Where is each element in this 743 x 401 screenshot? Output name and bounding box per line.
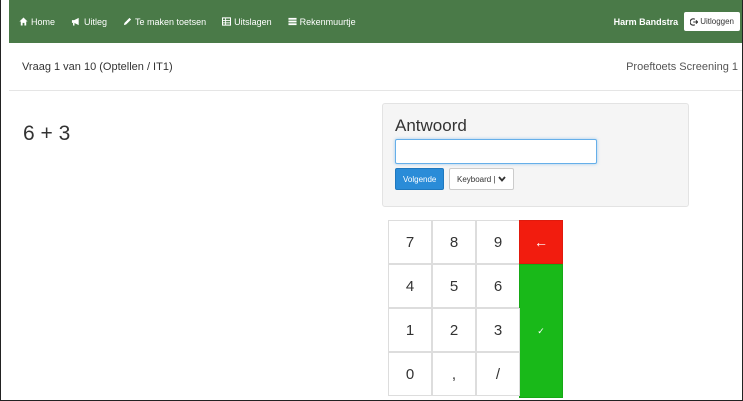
key-3[interactable]: 3	[476, 308, 520, 352]
test-name: Proeftoets Screening 1	[626, 60, 738, 73]
table-icon	[222, 17, 232, 26]
answer-input[interactable]	[395, 139, 597, 164]
keyboard-toggle-button[interactable]: Keyboard |	[449, 168, 514, 190]
key-5[interactable]: 5	[432, 264, 476, 308]
logout-label: Uitloggen	[700, 17, 734, 26]
nav-item-label: Uitslagen	[234, 16, 272, 27]
key-1[interactable]: 1	[388, 308, 432, 352]
keyboard-button-label: Keyboard |	[457, 174, 496, 184]
nav-item-uitslagen[interactable]: Uitslagen	[214, 0, 280, 43]
pencil-icon	[123, 17, 132, 26]
answer-panel: Antwoord Volgende Keyboard |	[382, 103, 689, 207]
nav-menu: Home Uitleg Te maken toetsen Uitslagen R…	[9, 0, 364, 43]
chevron-down-icon	[497, 176, 506, 182]
key-2[interactable]: 2	[432, 308, 476, 352]
confirm-key[interactable]: ✓	[519, 264, 563, 398]
key-8[interactable]: 8	[432, 220, 476, 264]
key-0[interactable]: 0	[388, 352, 432, 396]
key-6[interactable]: 6	[476, 264, 520, 308]
key-7[interactable]: 7	[388, 220, 432, 264]
user-name: Harm Bandstra	[613, 16, 679, 27]
nav-item-label: Uitleg	[84, 16, 108, 27]
key-slash[interactable]: /	[476, 352, 520, 396]
backspace-key[interactable]: ←	[519, 220, 563, 264]
bullhorn-icon	[71, 17, 81, 26]
nav-item-label: Te maken toetsen	[135, 16, 207, 27]
nav-item-uitleg[interactable]: Uitleg	[63, 0, 115, 43]
key-9[interactable]: 9	[476, 220, 520, 264]
top-navbar: Home Uitleg Te maken toetsen Uitslagen R…	[9, 0, 742, 43]
key-4[interactable]: 4	[388, 264, 432, 308]
answer-label: Antwoord	[395, 116, 467, 135]
next-button-label: Volgende	[403, 174, 437, 184]
key-comma[interactable]: ,	[432, 352, 476, 396]
home-icon	[19, 17, 28, 26]
nav-item-te-maken-toetsen[interactable]: Te maken toetsen	[115, 0, 214, 43]
sign-out-icon	[690, 17, 699, 26]
question-text: 6 + 3	[23, 122, 71, 145]
logout-button[interactable]: Uitloggen	[684, 12, 740, 31]
nav-item-label: Rekenmuurtje	[299, 16, 356, 27]
nav-item-label: Home	[31, 16, 56, 27]
app-frame: Home Uitleg Te maken toetsen Uitslagen R…	[0, 0, 743, 401]
nav-item-rekenmuurtje[interactable]: Rekenmuurtje	[280, 0, 364, 43]
next-button[interactable]: Volgende	[395, 168, 445, 190]
nav-item-home[interactable]: Home	[9, 0, 63, 43]
question-info: Vraag 1 van 10 (Optellen / IT1)	[22, 60, 173, 73]
list-icon	[288, 17, 297, 26]
question-header: Vraag 1 van 10 (Optellen / IT1) Proeftoe…	[9, 43, 742, 91]
nav-user-area: Harm Bandstra Uitloggen	[613, 0, 742, 43]
